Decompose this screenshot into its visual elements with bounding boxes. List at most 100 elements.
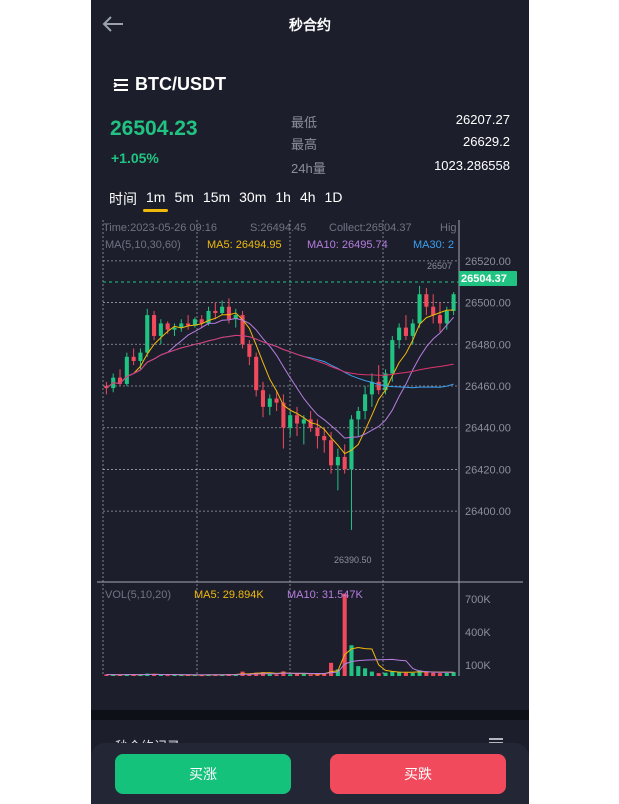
candle-body — [138, 352, 143, 361]
candle-body — [390, 340, 395, 374]
volume-bar — [267, 674, 272, 676]
candle-body — [267, 398, 272, 407]
y-tick-label: 26520.00 — [465, 256, 511, 268]
candle-body — [131, 356, 136, 361]
candle-body — [247, 344, 252, 357]
vol-ma5-legend: MA5: 29.894K — [194, 589, 264, 601]
volume-bar — [369, 671, 374, 676]
tab-1m[interactable]: 1m — [142, 189, 169, 212]
section-divider — [91, 710, 529, 720]
ma5-legend: MA5: 26494.95 — [207, 239, 282, 251]
candle-body — [322, 436, 327, 441]
price-change: +1.05% — [111, 150, 159, 166]
tab-time[interactable]: 时间 — [105, 189, 141, 211]
volume-bar — [444, 672, 449, 676]
chart-grid — [102, 220, 460, 676]
volume-bar — [131, 675, 136, 677]
vol-tick-label: 400K — [465, 627, 491, 639]
phone-screen: 秒合约 BTC/USDT 26504.23 +1.05% 最低 26207.27… — [91, 0, 529, 804]
volume-bar — [356, 666, 361, 676]
candle-body — [397, 327, 402, 341]
buy-up-button[interactable]: 买涨 — [115, 754, 291, 794]
candle-body — [315, 427, 320, 437]
volume-bar — [301, 674, 306, 676]
candle-body — [335, 456, 340, 466]
stat-volume-label: 24h量 — [291, 161, 326, 176]
ma30-legend: MA30: 2 — [413, 239, 454, 251]
vol-ma5-line — [106, 646, 454, 676]
volume-bar — [383, 672, 388, 676]
volume-bar — [294, 673, 300, 676]
tab-4h[interactable]: 4h — [296, 189, 320, 211]
candle-body — [294, 415, 300, 424]
candle-body — [165, 323, 170, 330]
volume-bar — [376, 673, 381, 676]
candle-body — [301, 419, 306, 424]
candle-body — [260, 390, 266, 407]
candle-body — [213, 310, 218, 313]
vol-legend-label: VOL(5,10,20) — [105, 589, 171, 601]
y-tick-label: 26420.00 — [465, 464, 511, 476]
tab-5m[interactable]: 5m — [170, 189, 197, 211]
candle-body — [158, 323, 163, 336]
timeframe-tabs: 时间 1m 5m 15m 30m 1h 4h 1D — [105, 189, 347, 212]
candle-body — [342, 456, 347, 470]
volume-bar — [437, 673, 443, 676]
volume-axis-labels: 700K 400K 100K — [465, 594, 491, 672]
tab-30m[interactable]: 30m — [235, 189, 270, 211]
kline-chart[interactable]: 26520.00 26500.00 26480.00 26460.00 26440.00… — [91, 214, 529, 684]
info-collect: Collect:26504.37 — [329, 222, 412, 234]
volume-bar — [410, 672, 415, 676]
volume-bar — [431, 672, 436, 676]
buy-down-button[interactable]: 买跌 — [330, 754, 506, 794]
volume-bar — [329, 662, 334, 676]
ma10-line — [106, 316, 454, 439]
candle-body — [179, 323, 184, 328]
top-bar: 秒合约 — [91, 0, 529, 48]
vol-ma10-legend: MA10: 31.547K — [287, 589, 363, 601]
candle-body — [329, 440, 334, 466]
candle-body — [417, 294, 422, 324]
action-bar: 买涨 买跌 — [91, 743, 529, 804]
info-time: Time:2023-05-26 09:16 — [103, 222, 217, 234]
candle-body — [152, 315, 157, 336]
candle-body — [369, 381, 374, 395]
candle-body — [403, 327, 408, 336]
volume-bar — [308, 674, 313, 676]
candle-body — [431, 306, 436, 316]
y-tick-label: 26400.00 — [465, 506, 511, 518]
volume-bar — [403, 672, 408, 676]
volume-bar — [165, 675, 170, 677]
y-tick-label: 26480.00 — [465, 339, 511, 351]
ma10-legend: MA10: 26495.74 — [307, 239, 388, 251]
candle-body — [124, 356, 129, 384]
last-price-tag-text: 26504.37 — [461, 273, 507, 285]
volume-bars — [104, 593, 456, 677]
y-axis-labels: 26520.00 26500.00 26480.00 26460.00 26440.00… — [465, 256, 511, 518]
vol-tick-label: 700K — [465, 594, 491, 606]
volume-bar — [363, 668, 368, 676]
volume-bar — [288, 674, 293, 676]
volume-bar — [274, 674, 279, 676]
stat-low-label: 最低 — [291, 115, 318, 130]
stat-low-value: 26207.27 — [455, 112, 510, 127]
ma-lines — [106, 309, 454, 455]
tab-1h[interactable]: 1h — [271, 189, 295, 211]
candle-body — [356, 411, 361, 420]
pair-label: BTC/USDT — [135, 74, 226, 94]
stat-high-value: 26629.2 — [463, 134, 510, 149]
y-tick-label: 26440.00 — [465, 423, 511, 435]
list-menu-icon — [113, 78, 128, 91]
tab-15m[interactable]: 15m — [199, 189, 234, 211]
y-tick-label: 26500.00 — [465, 298, 511, 310]
max-price-marker: 26507 — [427, 261, 452, 271]
vol-tick-label: 100K — [465, 660, 491, 672]
tab-1d[interactable]: 1D — [321, 189, 347, 211]
min-price-marker: 26390.50 — [334, 555, 372, 565]
candle-body — [437, 315, 443, 324]
candle-body — [226, 306, 231, 320]
ma5-line — [106, 309, 454, 455]
trading-pair-selector[interactable]: BTC/USDT — [113, 74, 226, 95]
candle-body — [410, 323, 415, 336]
info-high: Hig — [440, 222, 457, 234]
